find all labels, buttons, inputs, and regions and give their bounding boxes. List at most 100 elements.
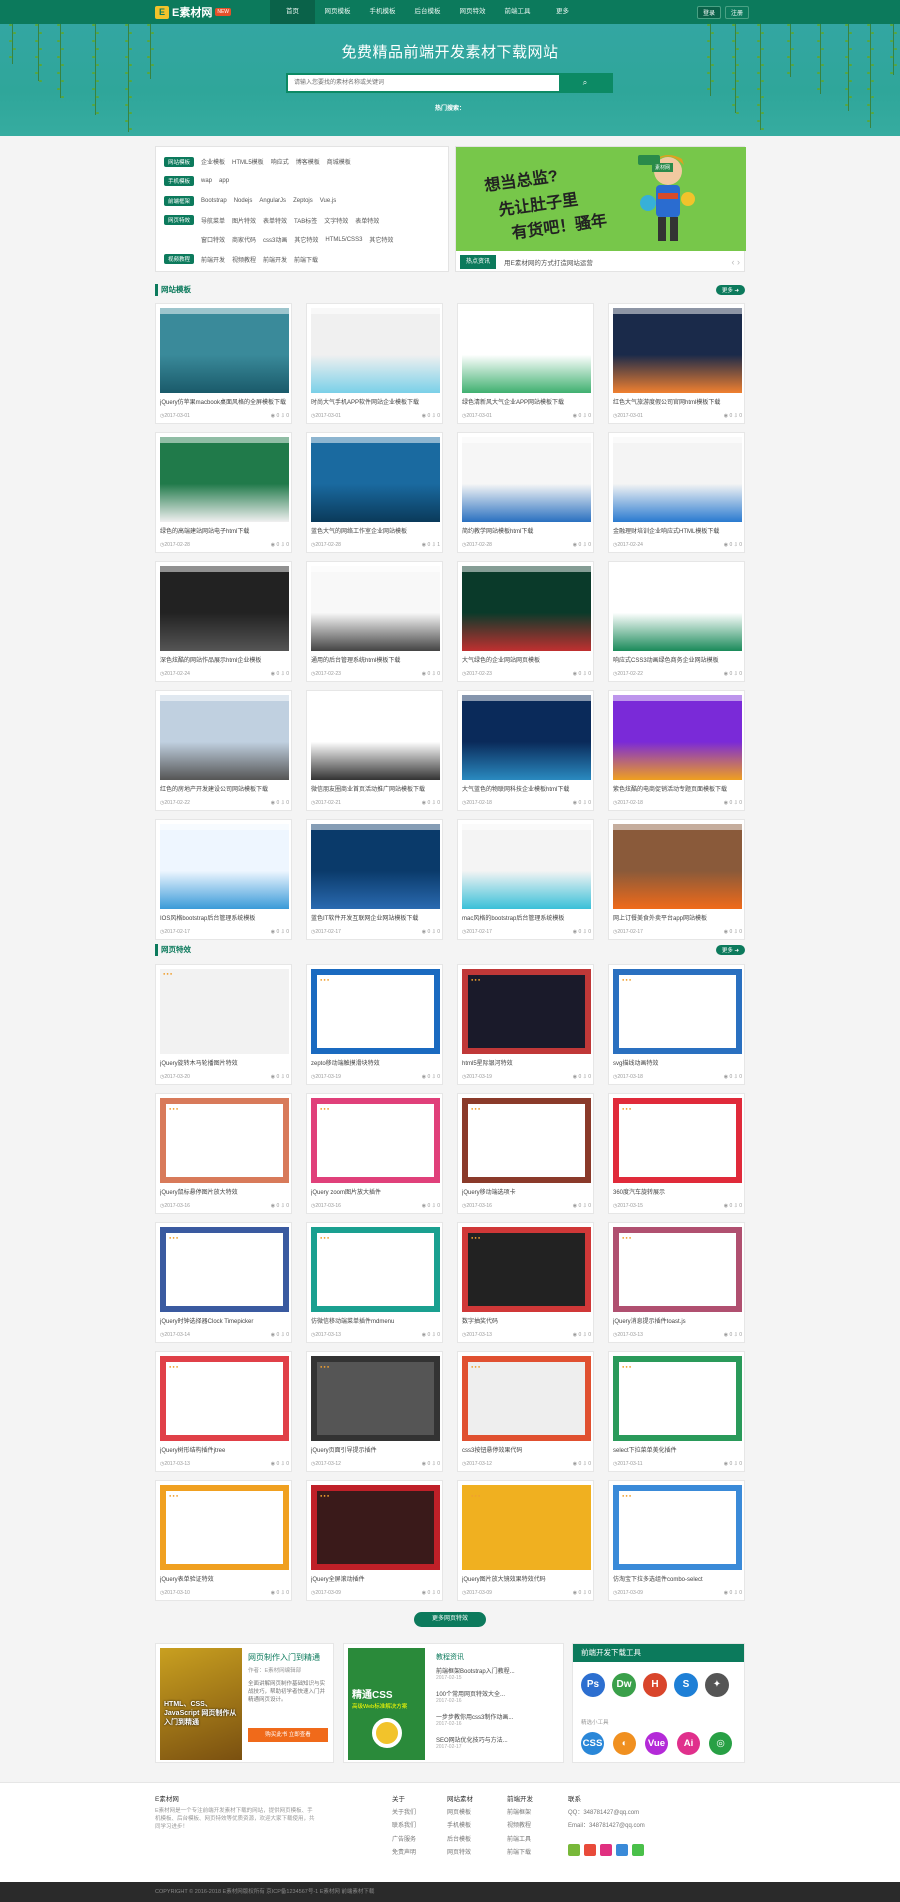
effects-more-button[interactable]: 更多 ➜ xyxy=(715,945,745,955)
card-title[interactable]: select下拉菜单美化插件 xyxy=(613,1445,742,1454)
card-thumbnail[interactable]: ●●● xyxy=(160,1227,289,1312)
category-link[interactable]: 商城模板 xyxy=(327,157,351,166)
card-title[interactable]: svg描线动画特效 xyxy=(613,1058,742,1067)
card-title[interactable]: 大气蓝色的物联网科技企业模板html下载 xyxy=(462,784,591,793)
card-title[interactable]: html5星际银河特效 xyxy=(462,1058,591,1067)
template-card[interactable]: 大气绿色的企业网站网页模板 ◷ 2017-02-23 ◉ 0 ⇩ 0 xyxy=(457,561,594,682)
card-title[interactable]: 绿色的高端建站网站电子html下载 xyxy=(160,526,289,535)
card-title[interactable]: 时尚大气手机APP软件网站企业模板下载 xyxy=(311,397,440,406)
tool-icon[interactable]: Vue xyxy=(645,1732,668,1755)
card-thumbnail[interactable] xyxy=(613,566,742,651)
category-link[interactable]: app xyxy=(219,178,229,184)
card-title[interactable]: 网上订餐美食外卖平台app网站模板 xyxy=(613,913,742,922)
card-thumbnail[interactable]: ●●● xyxy=(311,1098,440,1183)
nav-item[interactable]: 前端工具 xyxy=(495,0,540,24)
tool-icon[interactable]: Dw xyxy=(612,1673,636,1697)
category-link[interactable]: 企业模板 xyxy=(201,157,225,166)
card-thumbnail[interactable] xyxy=(462,824,591,909)
template-card[interactable]: 大气蓝色的物联网科技企业模板html下载 ◷ 2017-02-18 ◉ 0 ⇩ 0 xyxy=(457,690,594,811)
template-card[interactable]: 简约教学网站模板html下载 ◷ 2017-02-28 ◉ 0 ⇩ 0 xyxy=(457,432,594,553)
card-thumbnail[interactable]: ●●● xyxy=(311,1356,440,1441)
site-logo[interactable]: E E素材网 NEW xyxy=(155,4,232,20)
book2[interactable]: 精通CSS 高级Web标准解决方案 xyxy=(344,1644,429,1764)
card-title[interactable]: 绿色清新风大气企业APP网站模板下载 xyxy=(462,397,591,406)
footer-link[interactable]: 联系我们 xyxy=(392,1820,416,1834)
footer-link[interactable]: 免责声明 xyxy=(392,1847,416,1861)
card-thumbnail[interactable]: ●●● xyxy=(613,1098,742,1183)
card-title[interactable]: jQuery zoom图片放大插件 xyxy=(311,1187,440,1196)
category-link[interactable]: 前端开发 xyxy=(201,255,225,264)
effect-card[interactable]: ●●● jQuery时钟选择器Clock Timepicker ◷ 2017-03-… xyxy=(155,1222,292,1343)
category-label[interactable]: 前端框架 xyxy=(164,195,194,206)
template-card[interactable]: 响应式CSS3动画绿色商务企业网站模板 ◷ 2017-02-22 ◉ 0 ⇩ 0 xyxy=(608,561,745,682)
template-card[interactable]: 红色大气旅游度假公司官网html模板下载 ◷ 2017-03-01 ◉ 0 ⇩ 0 xyxy=(608,303,745,424)
category-label[interactable]: 网站模板 xyxy=(164,156,194,167)
category-link[interactable]: 导航菜单 xyxy=(201,216,225,225)
tool-icon[interactable]: ◎ xyxy=(709,1732,732,1755)
card-title[interactable]: 蓝色大气的网络工作室企业网站模板 xyxy=(311,526,440,535)
card-thumbnail[interactable] xyxy=(160,308,289,393)
card-thumbnail[interactable]: ●●● xyxy=(462,1227,591,1312)
footer-link[interactable]: 手机模板 xyxy=(447,1820,473,1834)
card-title[interactable]: jQuery时钟选择器Clock Timepicker xyxy=(160,1316,289,1325)
category-link[interactable]: 表单特效 xyxy=(263,216,287,225)
card-thumbnail[interactable] xyxy=(311,308,440,393)
card-thumbnail[interactable] xyxy=(613,695,742,780)
template-card[interactable]: 深色炫酷的网站作品展示html企业模板 ◷ 2017-02-24 ◉ 0 ⇩ 0 xyxy=(155,561,292,682)
card-thumbnail[interactable] xyxy=(462,308,591,393)
template-card[interactable]: 红色的房地产开发建设公司网站模板下载 ◷ 2017-02-22 ◉ 0 ⇩ 0 xyxy=(155,690,292,811)
nav-item[interactable]: 网页模板 xyxy=(315,0,360,24)
effect-card[interactable]: ●●● css3按钮悬停效果代码 ◷ 2017-03-12 ◉ 0 ⇩ 0 xyxy=(457,1351,594,1472)
card-thumbnail[interactable]: ●●● xyxy=(311,1227,440,1312)
category-link[interactable]: 其它特效 xyxy=(369,235,393,244)
category-link[interactable]: 博客模板 xyxy=(296,157,320,166)
effect-card[interactable]: ●●● jQuery鼠标悬停图片放大特效 ◷ 2017-03-16 ◉ 0 ⇩ 0 xyxy=(155,1093,292,1214)
card-thumbnail[interactable] xyxy=(311,824,440,909)
card-title[interactable]: 紫色炫酷的电商促销活动专题页面模板下载 xyxy=(613,784,742,793)
card-title[interactable]: jQuery树形结构插件jtree xyxy=(160,1445,289,1454)
templates-more-button[interactable]: 更多 ➜ xyxy=(715,285,745,295)
card-thumbnail[interactable]: ●●● xyxy=(311,1485,440,1570)
tool-icon[interactable]: Ps xyxy=(581,1673,605,1697)
card-title[interactable]: jQuery消息提示插件toast.js xyxy=(613,1316,742,1325)
weixin-icon[interactable] xyxy=(568,1843,580,1856)
category-link[interactable]: 文字特效 xyxy=(324,216,348,225)
card-title[interactable]: 简约教学网站模板html下载 xyxy=(462,526,591,535)
effect-card[interactable]: ●●● 数字抽奖代码 ◷ 2017-03-13 ◉ 0 ⇩ 0 xyxy=(457,1222,594,1343)
category-label[interactable]: 手机模板 xyxy=(164,176,194,187)
category-link[interactable]: 图片特效 xyxy=(232,216,256,225)
card-title[interactable]: mac风格的bootstrap后台管理系统模板 xyxy=(462,913,591,922)
promo-banner[interactable]: 想当总监? 先让肚子里 有货吧！骚年 素材网 热点资讯 用E素材网的方式打造网站… xyxy=(455,146,746,272)
card-title[interactable]: css3按钮悬停效果代码 xyxy=(462,1445,591,1454)
card-thumbnail[interactable]: ●●● xyxy=(462,1485,591,1570)
card-thumbnail[interactable]: ●●● xyxy=(613,1356,742,1441)
qzone-icon[interactable] xyxy=(600,1843,612,1856)
category-link[interactable]: Zeptojs xyxy=(293,198,313,204)
card-title[interactable]: 金融理财培训企业响应式HTML模板下载 xyxy=(613,526,742,535)
tool-icon[interactable]: ◐ xyxy=(613,1732,636,1755)
effect-card[interactable]: ●●● jQuery旋转木马轮播图片特效 ◷ 2017-03-20 ◉ 0 ⇩ 0 xyxy=(155,964,292,1085)
nav-item[interactable]: 更多 xyxy=(540,0,585,24)
card-title[interactable]: jQuery仿苹果macbook桌面风格的全屏模板下载 xyxy=(160,397,289,406)
template-card[interactable]: 蓝色IT软件开发互联网企业网站模板下载 ◷ 2017-02-17 ◉ 0 ⇩ 0 xyxy=(306,819,443,940)
nav-item[interactable]: 后台模板 xyxy=(405,0,450,24)
card-title[interactable]: 仿微信移动端菜单插件mdmenu xyxy=(311,1316,440,1325)
tool-icon[interactable]: S xyxy=(674,1673,698,1697)
card-thumbnail[interactable]: ●●● xyxy=(462,1098,591,1183)
card-title[interactable]: 红色的房地产开发建设公司网站模板下载 xyxy=(160,784,289,793)
category-link[interactable]: 窗口特效 xyxy=(201,235,225,244)
article-title[interactable]: SEO网站优化技巧与方法... xyxy=(436,1735,560,1744)
template-card[interactable]: IOS风格bootstrap后台管理系统模板 ◷ 2017-02-17 ◉ 0 ⇩ … xyxy=(155,819,292,940)
template-card[interactable]: 金融理财培训企业响应式HTML模板下载 ◷ 2017-02-24 ◉ 0 ⇩ 0 xyxy=(608,432,745,553)
effect-card[interactable]: ●●● jQuery移动端选项卡 ◷ 2017-03-16 ◉ 0 ⇩ 0 xyxy=(457,1093,594,1214)
category-label[interactable]: 视频教程 xyxy=(164,254,194,265)
card-thumbnail[interactable] xyxy=(462,437,591,522)
template-card[interactable]: 紫色炫酷的电商促销活动专题页面模板下载 ◷ 2017-02-18 ◉ 0 ⇩ 0 xyxy=(608,690,745,811)
card-title[interactable]: jQuery旋转木马轮播图片特效 xyxy=(160,1058,289,1067)
tool-icon[interactable]: CSS xyxy=(581,1732,604,1755)
card-thumbnail[interactable] xyxy=(311,566,440,651)
footer-link[interactable]: 后台模板 xyxy=(447,1834,473,1848)
footer-link[interactable]: 广告服务 xyxy=(392,1834,416,1848)
template-card[interactable]: 蓝色大气的网络工作室企业网站模板 ◷ 2017-02-28 ◉ 0 ⇩ 1 xyxy=(306,432,443,553)
effect-card[interactable]: ●●● select下拉菜单美化插件 ◷ 2017-03-11 ◉ 0 ⇩ 0 xyxy=(608,1351,745,1472)
